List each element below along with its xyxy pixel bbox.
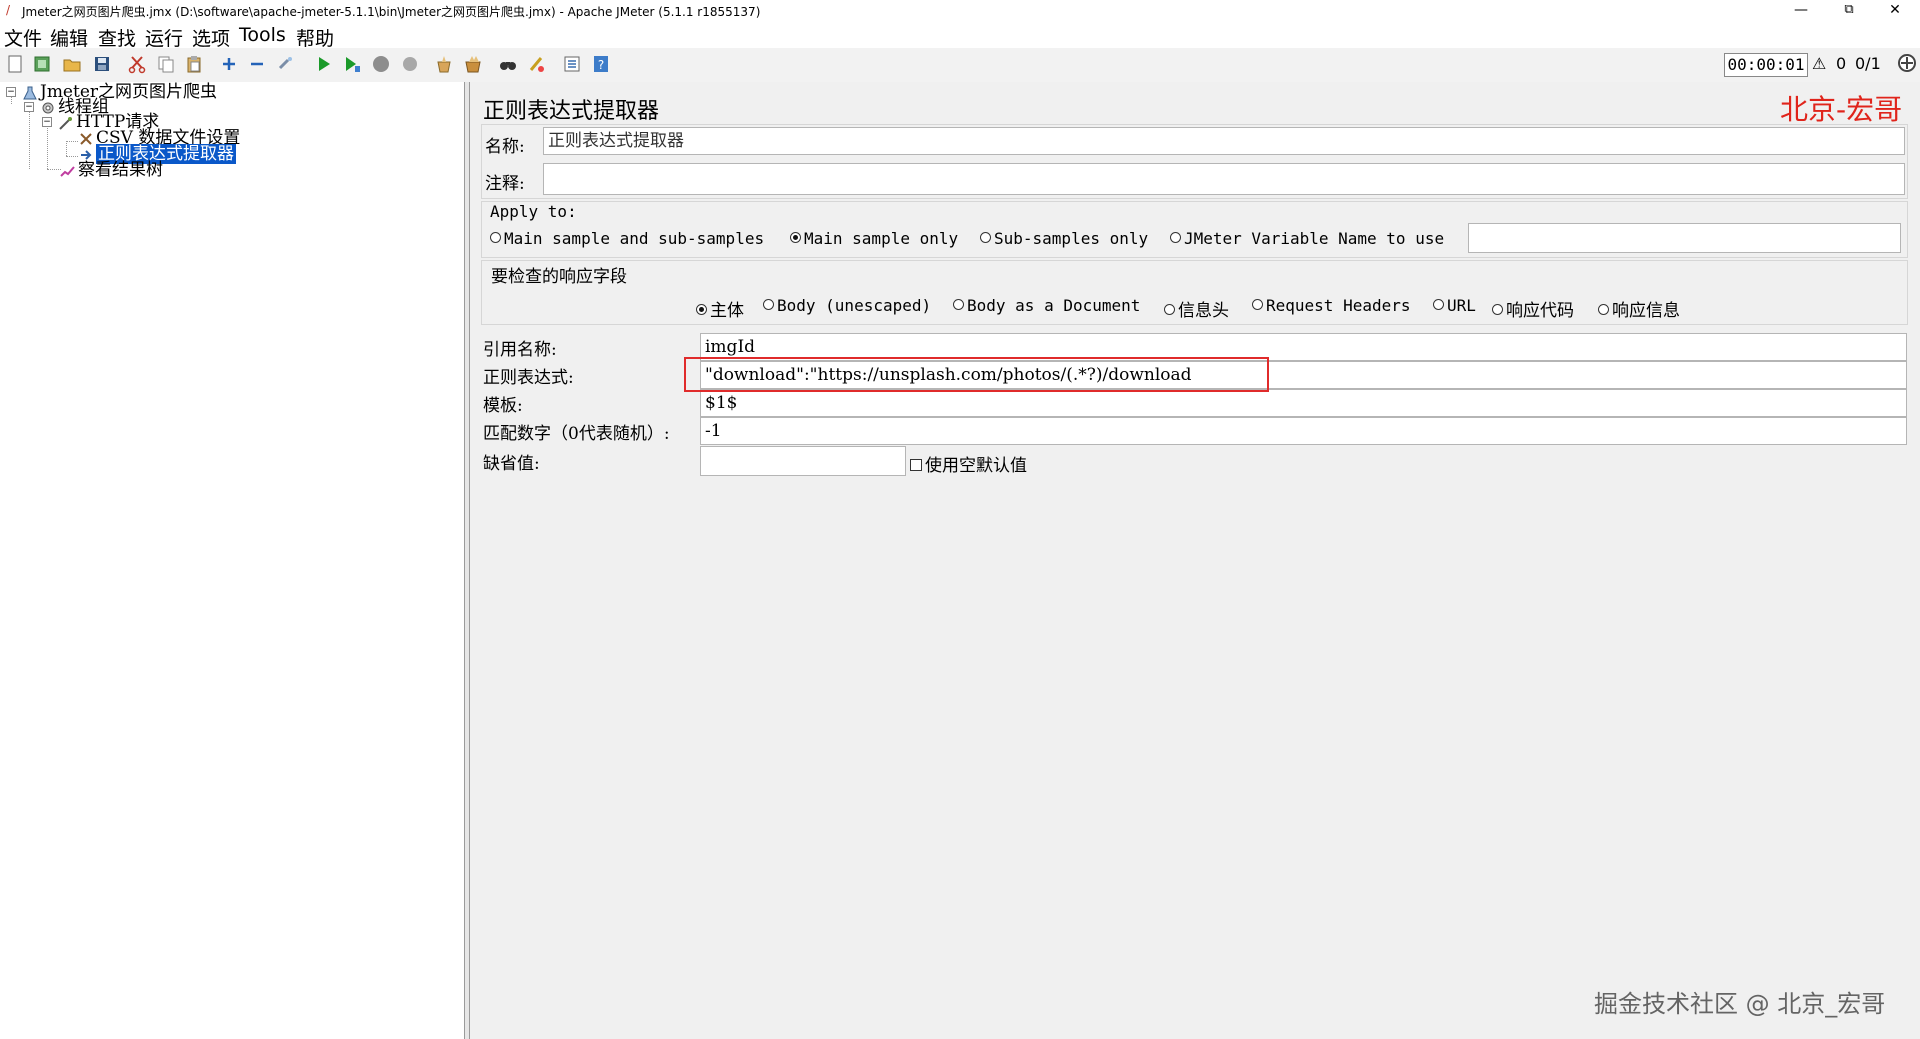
jmeter-variable-name-field[interactable] <box>1468 223 1901 253</box>
menu-help[interactable]: 帮助 <box>296 24 334 51</box>
flask-icon <box>23 86 37 99</box>
menu-bar: 文件 编辑 查找 运行 选项 Tools 帮助 <box>0 22 1920 51</box>
active-threads: 0/1 <box>1855 54 1881 73</box>
pipette-icon <box>59 116 72 130</box>
radio-response-headers[interactable]: 信息头 <box>1164 296 1229 321</box>
function-helper-icon[interactable] <box>562 54 582 74</box>
warning-count: 0 <box>1836 54 1847 73</box>
radio-dot <box>696 304 707 315</box>
menu-run[interactable]: 运行 <box>145 24 183 51</box>
radio-dot <box>1252 299 1263 310</box>
clear-icon[interactable] <box>434 54 454 74</box>
radio-dot <box>763 299 774 310</box>
paste-icon[interactable] <box>184 54 204 74</box>
stop-icon[interactable] <box>371 54 391 74</box>
title-bar: / Jmeter之网页图片爬虫.jmx (D:\software\apache-… <box>0 0 1920 22</box>
save-icon[interactable] <box>92 54 112 74</box>
template-field[interactable]: $1$ <box>700 389 1907 417</box>
test-plan-tree <box>0 82 465 1039</box>
new-icon[interactable] <box>5 54 25 74</box>
radio-dot <box>1598 304 1609 315</box>
radio-body[interactable]: 主体 <box>696 296 744 321</box>
radio-jmeter-variable[interactable]: JMeter Variable Name to use <box>1170 229 1444 248</box>
toolbar: ? <box>0 48 1920 83</box>
expand-icon[interactable] <box>219 54 239 74</box>
use-empty-default-checkbox[interactable]: 使用空默认值 <box>910 451 1027 476</box>
checkbox-box <box>910 458 922 471</box>
tree-toggle-http-request[interactable]: − <box>42 117 52 127</box>
radio-main-and-sub-samples[interactable]: Main sample and sub-samples <box>490 229 764 248</box>
radio-dot <box>1492 304 1503 315</box>
regex-label: 正则表达式: <box>483 368 574 388</box>
elapsed-timer: 00:00:01 <box>1724 53 1808 77</box>
tree-item-view-results-tree[interactable]: 察看结果树 <box>60 162 163 179</box>
radio-dot <box>1433 299 1444 310</box>
radio-dot <box>1164 304 1175 315</box>
radio-body-unescaped[interactable]: Body (unescaped) <box>763 296 931 315</box>
tree-item-test-plan[interactable]: Jmeter之网页图片爬虫 <box>22 84 217 101</box>
minimize-button[interactable]: — <box>1778 0 1824 22</box>
warning-icon[interactable]: ⚠ <box>1812 53 1826 75</box>
chart-line-icon <box>60 165 75 177</box>
template-label: 模板: <box>483 396 523 416</box>
remote-status-icon <box>1898 54 1916 72</box>
toggle-icon[interactable] <box>276 54 296 74</box>
menu-tools[interactable]: Tools <box>239 24 286 46</box>
start-no-pause-icon[interactable] <box>342 54 362 74</box>
match-no-field[interactable]: -1 <box>700 417 1907 445</box>
search-icon[interactable] <box>498 54 518 74</box>
jmeter-feather-icon: / <box>6 3 11 17</box>
collapse-icon[interactable] <box>247 54 267 74</box>
radio-url[interactable]: URL <box>1433 296 1476 315</box>
templates-icon[interactable] <box>32 54 52 74</box>
default-value-field[interactable] <box>700 446 906 476</box>
cut-icon[interactable] <box>127 54 147 74</box>
shutdown-icon[interactable] <box>400 54 420 74</box>
radio-response-code[interactable]: 响应代码 <box>1492 296 1574 321</box>
open-icon[interactable] <box>62 54 82 74</box>
name-label: 名称: <box>485 137 525 157</box>
apply-to-label: Apply to: <box>490 202 577 221</box>
radio-main-sample-only[interactable]: Main sample only <box>790 229 958 248</box>
field-to-check-label: 要检查的响应字段 <box>491 267 627 287</box>
comment-field[interactable] <box>543 163 1905 195</box>
gear-icon <box>42 102 54 113</box>
menu-file[interactable]: 文件 <box>4 24 42 51</box>
radio-dot <box>1170 232 1181 243</box>
window-title: Jmeter之网页图片爬虫.jmx (D:\software\apache-jm… <box>22 5 761 19</box>
radio-dot <box>790 232 801 243</box>
tree-toggle-thread-group[interactable]: − <box>24 102 34 112</box>
svg-text:?: ? <box>598 58 604 72</box>
clear-all-icon[interactable] <box>463 54 483 74</box>
radio-body-as-document[interactable]: Body as a Document <box>953 296 1140 315</box>
radio-dot <box>953 299 964 310</box>
help-icon[interactable]: ? <box>591 54 611 74</box>
panel-title: 正则表达式提取器 <box>483 99 660 124</box>
close-button[interactable]: ✕ <box>1872 0 1918 22</box>
radio-dot <box>490 232 501 243</box>
menu-options[interactable]: 选项 <box>192 24 230 51</box>
reference-name-label: 引用名称: <box>483 340 557 360</box>
radio-dot <box>980 232 991 243</box>
start-icon[interactable] <box>314 54 334 74</box>
author-watermark-top: 北京-宏哥 <box>1780 93 1903 126</box>
comment-label: 注释: <box>485 174 525 194</box>
tree-toggle-root[interactable]: − <box>6 87 16 97</box>
community-watermark: 掘金技术社区 @ 北京_宏哥 <box>1594 990 1886 1018</box>
radio-sub-samples-only[interactable]: Sub-samples only <box>980 229 1148 248</box>
match-no-label: 匹配数字（0代表随机）: <box>483 424 670 444</box>
restore-button[interactable]: ⧉ <box>1826 0 1872 22</box>
wrench-icon <box>80 132 92 145</box>
regex-highlight-box <box>684 357 1269 392</box>
menu-search[interactable]: 查找 <box>98 24 136 51</box>
copy-icon[interactable] <box>156 54 176 74</box>
radio-response-message[interactable]: 响应信息 <box>1598 296 1680 321</box>
menu-edit[interactable]: 编辑 <box>50 24 88 51</box>
default-value-label: 缺省值: <box>483 454 540 474</box>
name-field[interactable]: 正则表达式提取器 <box>543 127 1905 155</box>
radio-request-headers[interactable]: Request Headers <box>1252 296 1411 315</box>
reset-search-icon[interactable] <box>527 54 547 74</box>
